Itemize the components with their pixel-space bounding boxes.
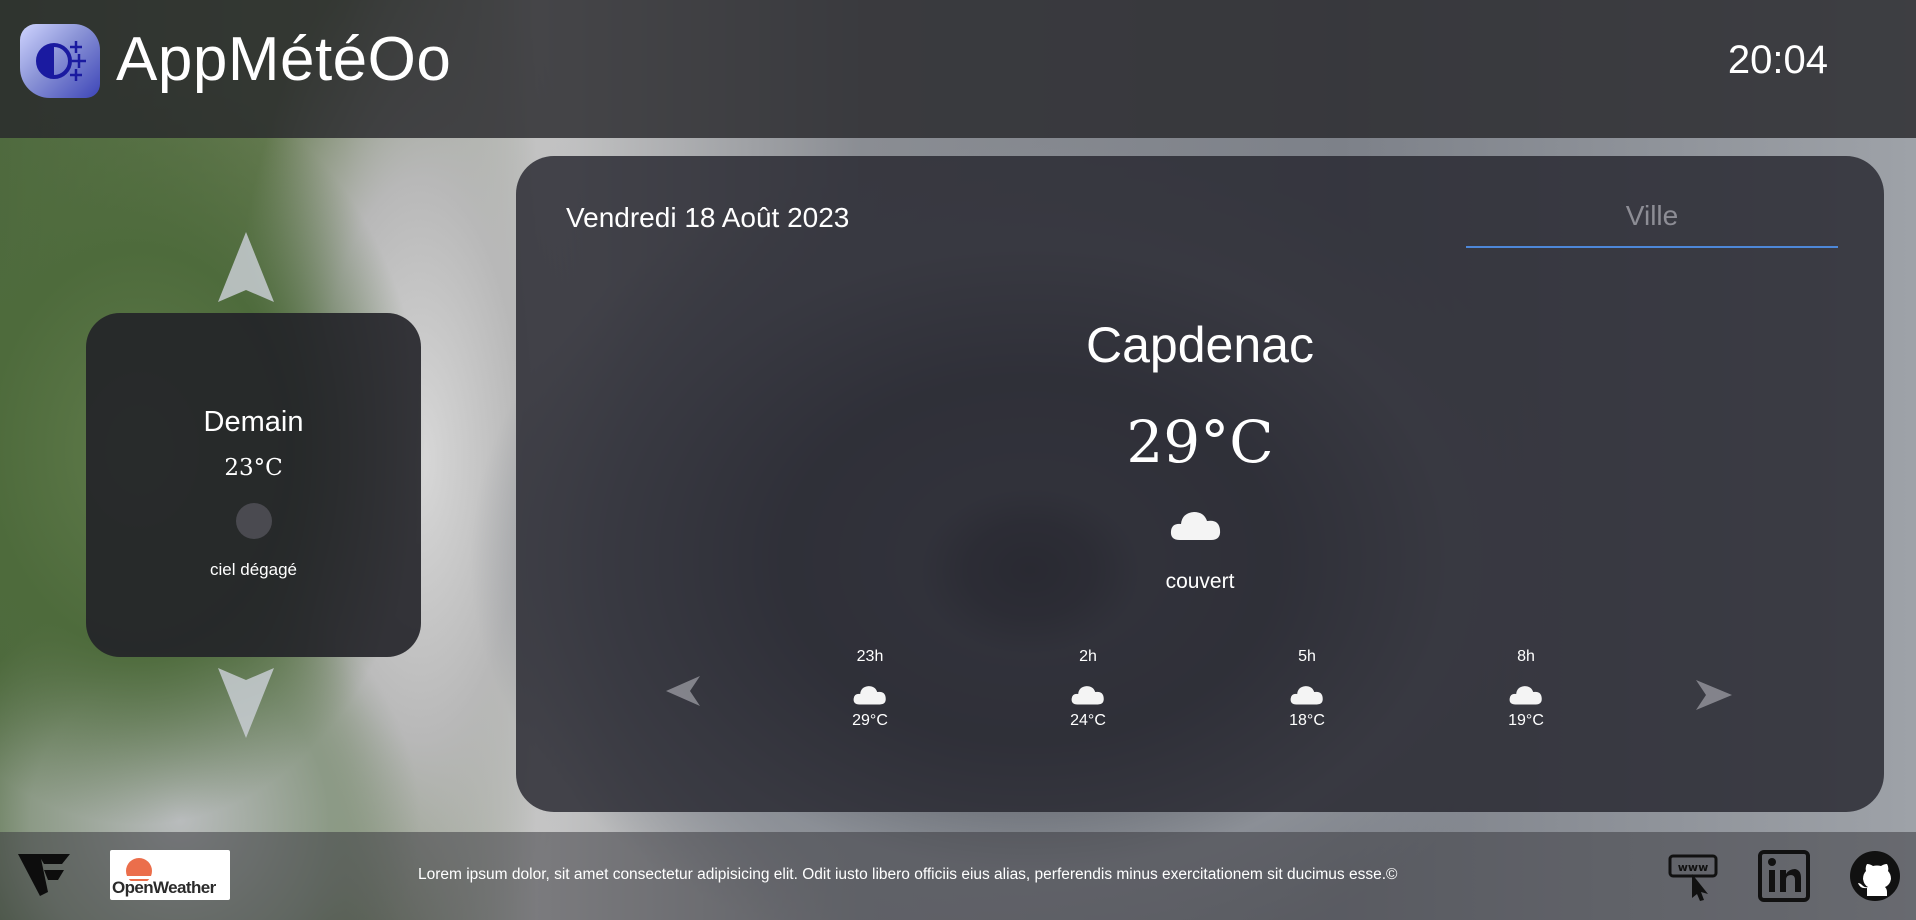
hourly-time: 2h (1079, 648, 1097, 665)
hourly-prev-arrow-icon[interactable] (666, 676, 700, 706)
current-weather-card: Vendredi 18 Août 2023 Capdenac 29°C couv… (516, 156, 1884, 812)
arrow-up-icon[interactable] (218, 232, 274, 302)
tomorrow-description: ciel dégagé (210, 560, 297, 579)
openweather-label: OpenWeather (112, 878, 216, 897)
city-name: Capdenac (1086, 317, 1314, 373)
cloud-icon (1170, 506, 1222, 542)
hourly-temperature: 19°C (1508, 712, 1544, 729)
cloud-icon (1509, 686, 1542, 705)
hourly-temperature: 29°C (852, 712, 888, 729)
current-description: couvert (1165, 570, 1235, 593)
hourly-temperature: 18°C (1289, 712, 1325, 729)
openweather-logo[interactable]: OpenWeather (110, 850, 230, 900)
hourly-time: 23h (856, 648, 884, 665)
tomorrow-forecast-card[interactable]: Demain 23°C ciel dégagé (86, 313, 421, 657)
linkedin-icon[interactable] (1758, 850, 1812, 902)
hourly-temperature: 24°C (1070, 712, 1106, 729)
tomorrow-title: Demain (203, 406, 304, 438)
hourly-item: 23h 29°C (820, 648, 920, 730)
hourly-time: 8h (1517, 648, 1535, 665)
cloud-icon (1071, 686, 1104, 705)
svg-text:www: www (1678, 861, 1709, 874)
cloud-icon (1290, 686, 1323, 705)
hourly-item: 2h 24°C (1038, 648, 1138, 730)
current-time: 20:04 (1727, 38, 1828, 82)
app-title: AppMétéOo (116, 25, 452, 94)
tomorrow-temperature: 23°C (224, 455, 283, 481)
hourly-item: 8h 19°C (1476, 648, 1576, 730)
tomorrow-weather-icon (236, 503, 272, 539)
current-date: Vendredi 18 Août 2023 (566, 202, 850, 233)
city-search-input[interactable] (1466, 186, 1838, 248)
app-footer: OpenWeather Lorem ipsum dolor, sit amet … (0, 832, 1916, 920)
hourly-next-arrow-icon[interactable] (1696, 680, 1732, 710)
cloud-icon (853, 686, 886, 705)
weather-app-logo-icon (20, 24, 100, 98)
github-icon[interactable] (1848, 850, 1902, 902)
arrow-down-icon[interactable] (218, 668, 274, 738)
app-header: AppMétéOo 20:04 (0, 0, 1916, 138)
website-icon[interactable]: www (1668, 850, 1722, 902)
footer-text: Lorem ipsum dolor, sit amet consectetur … (418, 866, 1398, 883)
hourly-time: 5h (1298, 648, 1316, 665)
developer-logo-icon[interactable] (18, 852, 70, 898)
hourly-item: 5h 18°C (1257, 648, 1357, 730)
current-temperature: 29°C (1126, 408, 1274, 476)
